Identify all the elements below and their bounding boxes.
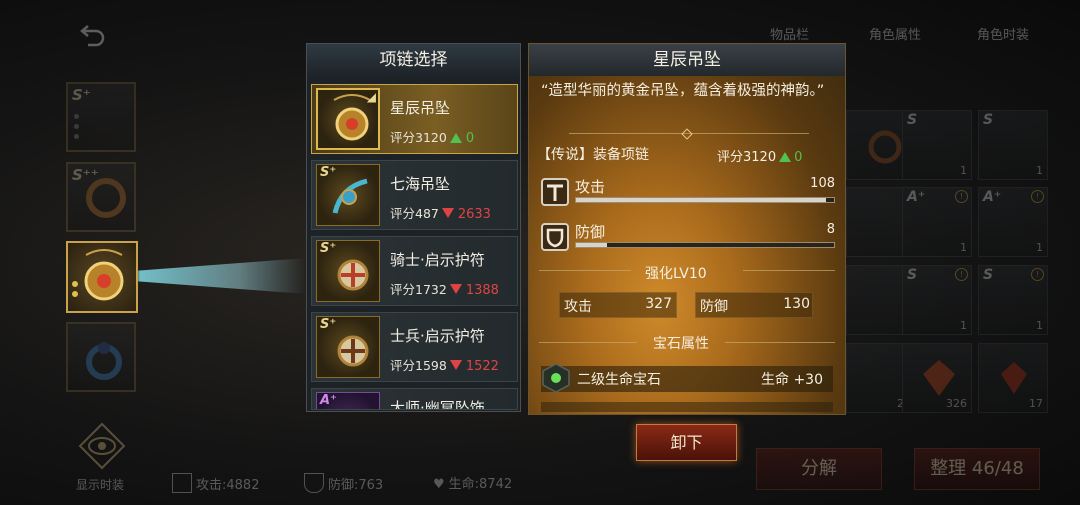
necklace-thumbnail: A⁺ [316,392,380,409]
shield-icon [304,473,324,493]
gem-icon [541,363,571,393]
item-description: “造型华丽的黄金吊坠，蕴含着极强的神韵。” [541,83,825,99]
attack-value: 108 [810,176,835,191]
inventory-slot[interactable]: S1 [978,110,1048,180]
sword-icon [172,473,192,493]
necklace-thumbnail: S⁺ [316,164,380,226]
arrow-down-icon [449,284,462,294]
list-item-qihai[interactable]: S⁺ 七海吊坠 评分487 2633 [311,160,518,230]
arrow-up-icon [779,152,792,162]
defense-bar [575,242,835,248]
sword-icon [541,178,569,206]
tab-character-attributes[interactable]: 角色属性 [869,24,921,43]
inventory-slot[interactable]: A⁺! 1 [902,187,972,257]
decompose-button[interactable]: 分解 [756,448,882,490]
item-detail-panel: 星辰吊坠 “造型华丽的黄金吊坠，蕴含着极强的神韵。” 【传说】装备项链 评分31… [528,43,846,415]
item-detail-title: 星辰吊坠 [529,44,845,76]
inventory-slot[interactable]: S! 1 [978,265,1048,335]
item-score: 评分487 2633 [390,206,491,222]
item-score: 评分3120 0 [717,150,803,165]
equip-slot-2[interactable]: S⁺⁺ [66,162,136,232]
inventory-slot[interactable]: 326 [902,343,972,413]
equip-slot-4[interactable] [66,322,136,392]
shield-icon [541,223,569,251]
attack-total: 攻击:4882 [172,473,259,493]
show-fashion-label[interactable]: 显示时装 [76,476,124,493]
item-name: 骑士·启示护符 [390,251,485,269]
arrow-down-icon [441,208,454,218]
back-icon[interactable] [78,18,108,48]
list-item-soldier-amulet[interactable]: S⁺ 士兵·启示护符 评分1598 1522 [311,312,518,382]
item-score: 评分1732 1388 [390,282,499,298]
item-name: 星辰吊坠 [390,99,451,117]
attack-label: 攻击 [575,178,606,196]
unequip-button[interactable]: 卸下 [636,424,737,461]
defense-total: 防御:763 [304,473,383,493]
item-name: 七海吊坠 [390,175,451,193]
equip-slot-selected-necklace[interactable] [66,241,138,313]
tab-character-fashion[interactable]: 角色时装 [977,24,1029,43]
attack-bar [575,197,835,203]
item-score: 评分3120 0 [390,130,475,146]
tab-inventory[interactable]: 物品栏 [770,24,809,43]
eye-icon[interactable] [76,422,128,470]
item-name: 士兵·启示护符 [390,327,485,345]
item-score: 评分1598 1522 [390,358,499,374]
necklace-list-panel: 项链选择 ◢ 星辰吊坠 评分3120 0 S⁺ 七海吊坠 评分487 2633 S⁺… [306,43,521,412]
defense-label: 防御 [575,223,606,241]
necklace-thumbnail: S⁺ [316,240,380,302]
gem-section-title: 宝石属性 [653,336,709,352]
defense-value: 8 [826,222,835,237]
enhance-defense: 防御 130 [695,292,813,318]
hp-total: ♥ 生命:8742 [433,477,513,492]
enhance-attack: 攻击 327 [559,292,677,318]
gem-row: 二级生命宝石 生命 +30 [541,363,833,393]
arrow-down-icon [449,360,462,370]
item-name: 大师·幽冥坠饰 [390,399,485,410]
organize-button[interactable]: 整理 46/48 [914,448,1040,490]
item-type: 【传说】装备项链 [537,147,649,163]
inventory-slot[interactable]: 17 [978,343,1048,413]
necklace-thumbnail: ◢ [316,88,380,150]
inventory-slot[interactable]: S1 [902,110,972,180]
list-item-knight-amulet[interactable]: S⁺ 骑士·启示护符 评分1732 1388 [311,236,518,306]
gem-effect: 生命 +30 [761,372,823,388]
grade-badge: S⁺ [72,86,91,104]
list-item-xingchen[interactable]: ◢ 星辰吊坠 评分3120 0 [311,84,518,154]
enhance-title: 强化LV10 [645,266,707,282]
inventory-slot[interactable]: A⁺! 1 [978,187,1048,257]
necklace-list-title: 项链选择 [307,44,520,76]
inventory-slot[interactable]: S! 1 [902,265,972,335]
equip-slot-1[interactable]: S⁺ [66,82,136,152]
necklace-thumbnail: S⁺ [316,316,380,378]
heart-icon: ♥ [433,477,445,492]
list-item-master-pendant[interactable]: A⁺ 大师·幽冥坠饰 [311,388,518,410]
arrow-up-icon [449,133,462,143]
gem-name: 二级生命宝石 [577,372,661,388]
